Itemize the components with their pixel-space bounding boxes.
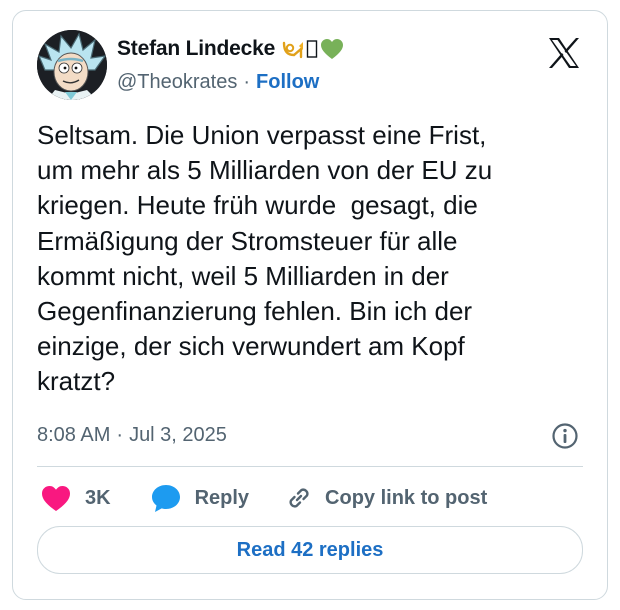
unknown-glyph-icon bbox=[306, 40, 318, 58]
copy-link-button[interactable]: Copy link to post bbox=[285, 484, 487, 512]
reply-button[interactable]: Reply bbox=[151, 484, 249, 513]
read-replies-button[interactable]: Read 42 replies bbox=[37, 526, 583, 574]
read-replies-label: Read 42 replies bbox=[236, 538, 384, 561]
rick-avatar-icon bbox=[37, 30, 107, 100]
heart-icon bbox=[42, 485, 70, 511]
divider bbox=[37, 466, 583, 467]
trumpet-icon bbox=[282, 41, 304, 59]
copy-link-label: Copy link to post bbox=[325, 486, 488, 509]
info-icon[interactable] bbox=[551, 422, 579, 450]
x-logo-icon[interactable] bbox=[547, 37, 581, 69]
handle[interactable]: @Theokrates bbox=[117, 71, 237, 93]
tweet-time: 8:08 AM bbox=[37, 424, 111, 446]
display-name[interactable]: Stefan Lindecke bbox=[117, 37, 275, 61]
tweet-timestamp[interactable]: 8:08 AM · Jul 3, 2025 bbox=[37, 424, 227, 447]
tweet-date: Jul 3, 2025 bbox=[129, 424, 227, 446]
like-count: 3K bbox=[85, 486, 111, 509]
reply-label: Reply bbox=[194, 486, 250, 509]
reply-bubble-icon bbox=[151, 484, 180, 512]
author-name-row: Stefan Lindecke bbox=[117, 37, 344, 61]
follow-button[interactable]: Follow bbox=[256, 71, 319, 93]
handle-separator: · bbox=[243, 71, 251, 93]
timestamp-separator: · bbox=[116, 424, 124, 446]
tweet-text: Seltsam. Die Union verpasst eine Frist, … bbox=[37, 120, 493, 397]
link-icon bbox=[289, 488, 309, 508]
green-heart-icon bbox=[321, 39, 344, 59]
like-button[interactable]: 3K bbox=[41, 485, 111, 512]
name-emojis bbox=[281, 37, 344, 61]
avatar[interactable] bbox=[37, 30, 107, 100]
action-bar: 3K Reply Copy link to post bbox=[37, 481, 487, 515]
handle-row: @Theokrates · Follow bbox=[117, 71, 319, 94]
tweet-card: Stefan Lindecke @Theokrates · Follow Selts… bbox=[12, 10, 608, 600]
